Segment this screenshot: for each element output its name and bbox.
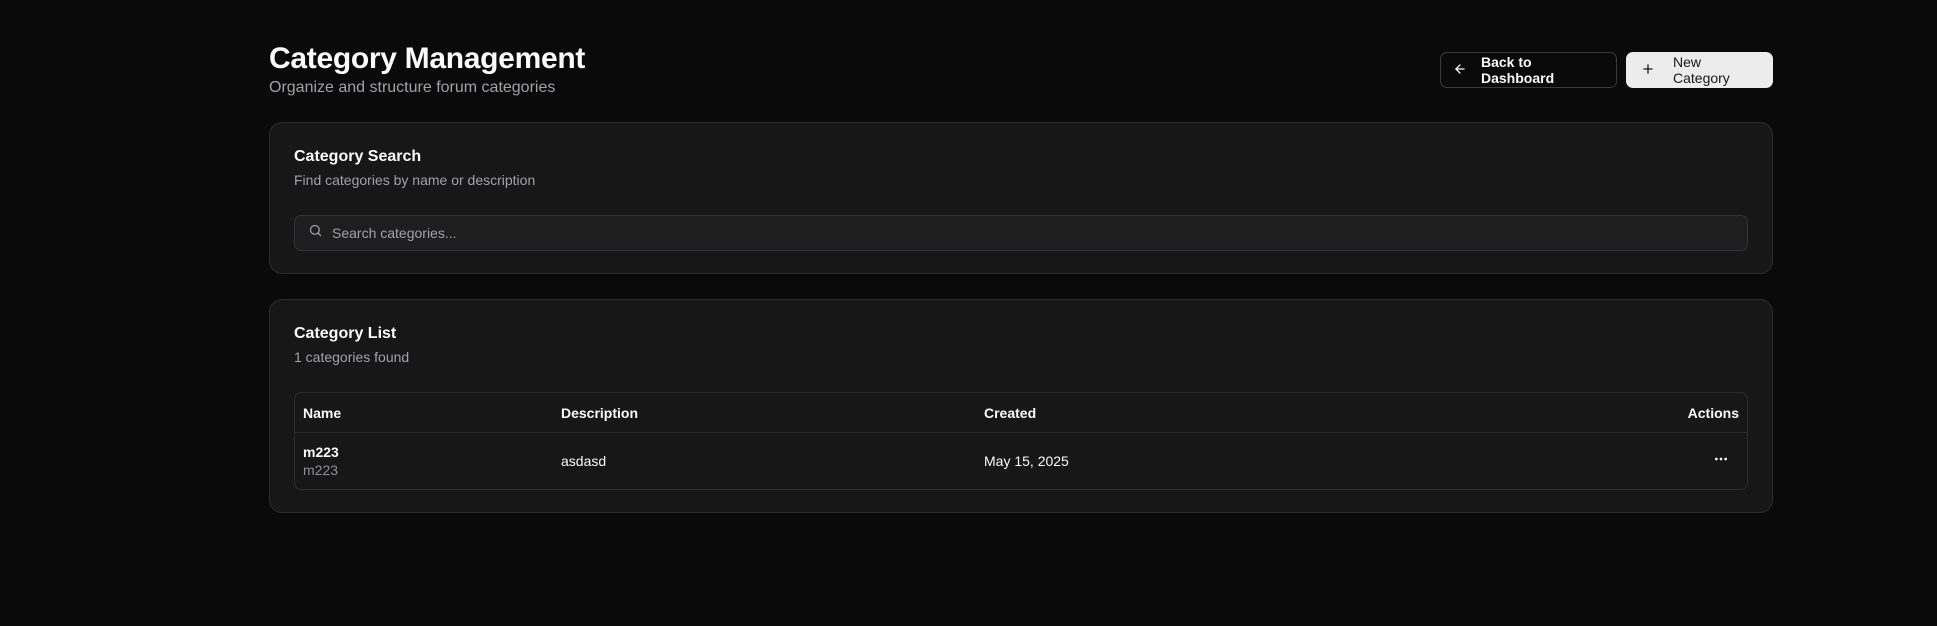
page: Category Management Organize and structu… [269, 40, 1773, 513]
back-button-label: Back to Dashboard [1481, 54, 1555, 86]
arrow-left-icon [1453, 62, 1467, 79]
search-icon [308, 223, 323, 243]
column-header-actions: Actions [1687, 404, 1739, 421]
new-button-label: New Category [1673, 54, 1730, 86]
plus-icon [1641, 62, 1655, 79]
back-to-dashboard-button[interactable]: Back to Dashboard [1440, 52, 1617, 88]
more-horizontal-icon[interactable] [1713, 451, 1739, 467]
page-subtitle: Organize and structure forum categories [269, 79, 556, 96]
category-slug: m223 [303, 462, 339, 478]
category-search-card: Category Search Find categories by name … [269, 122, 1773, 274]
column-header-created[interactable]: Created [984, 405, 1659, 421]
page-header: Category Management Organize and structu… [269, 40, 1773, 98]
page-title: Category Management [269, 42, 586, 75]
search-placeholder: Search categories... [332, 225, 457, 241]
column-header-name[interactable]: Name [303, 405, 561, 421]
search-card-title: Category Search [294, 148, 422, 165]
list-card-title: Category List [294, 325, 397, 342]
search-input[interactable]: Search categories... [294, 215, 1748, 251]
category-name: m223 [303, 444, 339, 460]
table-row[interactable]: m223 m223 asdasd May 15, 2025 [295, 433, 1747, 489]
list-card-count: 1 categories found [294, 349, 410, 365]
cell-actions [1659, 451, 1739, 472]
new-category-button[interactable]: New Category [1626, 52, 1773, 88]
categories-table: Name Description Created Actions m223 m2… [294, 392, 1748, 490]
table-header-row: Name Description Created Actions [295, 393, 1747, 433]
category-list-card: Category List 1 categories found Name De… [269, 299, 1773, 513]
search-card-description: Find categories by name or description [294, 172, 536, 188]
cell-created: May 15, 2025 [984, 453, 1069, 469]
title-block: Category Management Organize and structu… [269, 40, 585, 98]
column-header-description[interactable]: Description [561, 405, 984, 421]
cell-name: m223 m223 [303, 443, 561, 479]
header-actions: Back to Dashboard New Category [1440, 52, 1773, 88]
cell-description: asdasd [561, 453, 607, 469]
